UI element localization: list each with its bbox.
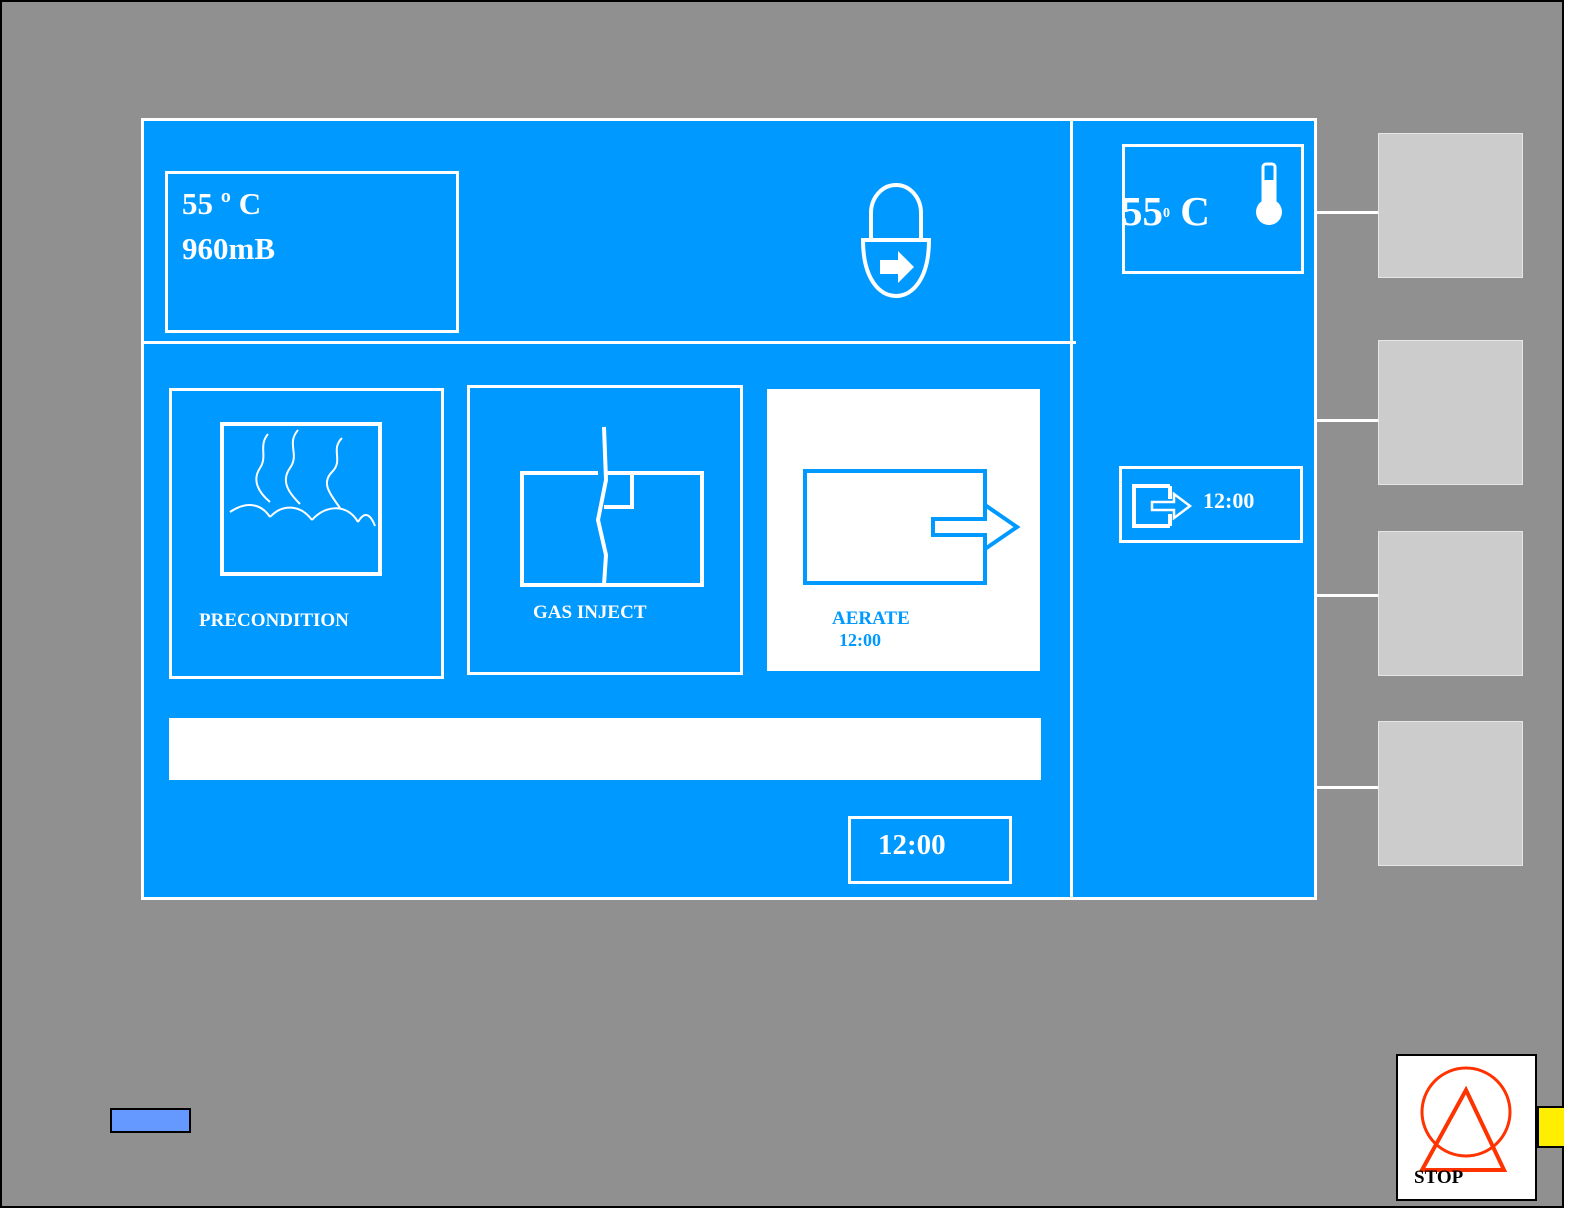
softkey-connector-4: [1315, 786, 1378, 789]
status-indicator-blue: [110, 1108, 191, 1133]
display-screen: 55 º C 960mB PRECONDITION GAS INJECT AER…: [141, 118, 1317, 900]
softkey-3[interactable]: [1378, 531, 1523, 676]
exit-timer-value: 12:00: [1203, 488, 1255, 513]
total-timer: 12:00: [848, 816, 1012, 884]
temperature-value: 550 C: [1122, 187, 1210, 235]
precondition-humidity-icon: [220, 422, 382, 576]
door-lock-exit-icon[interactable]: [858, 178, 938, 303]
aerate-icon: [803, 469, 1021, 585]
status-indicator-yellow: [1537, 1106, 1564, 1148]
temperature-number: 55: [1122, 188, 1163, 234]
status-box: 55 º C 960mB: [165, 171, 459, 333]
progress-bar: [169, 718, 1041, 780]
softkey-connector-2: [1315, 419, 1378, 422]
stage-precondition[interactable]: PRECONDITION: [169, 388, 444, 679]
horizontal-divider: [144, 341, 1076, 344]
thermometer-icon: [1256, 162, 1282, 225]
stage-label-aerate: AERATE: [832, 608, 910, 629]
exit-timer-box: 12:00: [1119, 466, 1303, 543]
softkey-connector-1: [1315, 211, 1378, 214]
softkey-1[interactable]: [1378, 133, 1523, 278]
device-panel: 55 º C 960mB PRECONDITION GAS INJECT AER…: [0, 0, 1564, 1208]
degree-mark: 0: [1163, 206, 1170, 221]
temperature-unit: C: [1180, 188, 1210, 234]
stop-button[interactable]: STOP: [1396, 1054, 1537, 1201]
stage-aerate[interactable]: AERATE 12:00: [767, 389, 1040, 671]
stop-label: STOP: [1414, 1167, 1464, 1188]
status-temperature: 55 º C: [182, 186, 262, 221]
total-timer-value: 12:00: [878, 829, 946, 861]
stage-gas-inject[interactable]: GAS INJECT: [467, 385, 743, 675]
stop-triangle-icon: [1418, 1066, 1512, 1172]
temperature-box: 550 C: [1122, 144, 1304, 274]
softkey-4[interactable]: [1378, 721, 1523, 866]
vertical-divider: [1070, 121, 1073, 897]
gas-inject-icon: [520, 426, 704, 587]
stage-label-precondition: PRECONDITION: [199, 610, 349, 631]
softkey-connector-3: [1315, 594, 1378, 597]
softkey-2[interactable]: [1378, 340, 1523, 485]
exit-arrow-icon: [1132, 484, 1193, 528]
stage-time-aerate: 12:00: [839, 630, 881, 650]
stage-label-gas-inject: GAS INJECT: [533, 602, 647, 623]
status-pressure: 960mB: [182, 231, 275, 266]
